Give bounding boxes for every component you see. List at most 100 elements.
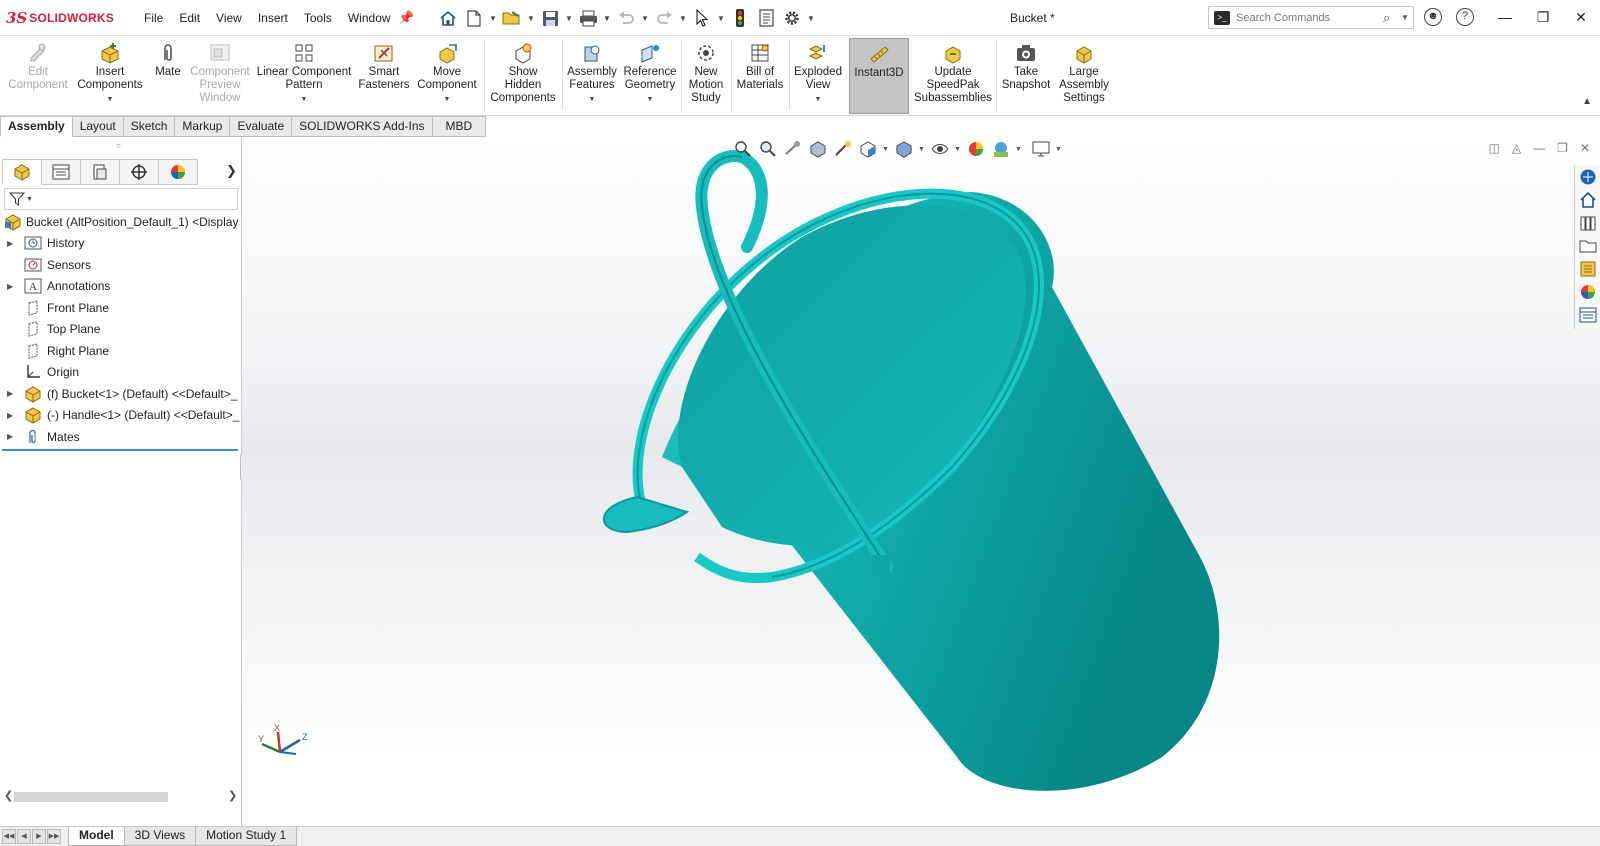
new-document-icon[interactable] bbox=[462, 7, 486, 29]
move-component-button[interactable]: Move Component ▼ bbox=[414, 38, 480, 114]
chevron-down-icon[interactable]: ▼ bbox=[564, 14, 574, 23]
zoom-to-fit-icon[interactable] bbox=[732, 139, 754, 159]
tab-model[interactable]: Model bbox=[68, 827, 125, 846]
graphics-area[interactable]: ▼ ▼ ▼ ▼ ▼ ◫ ◬ — ❐ ✕ Y X Z bbox=[242, 137, 1600, 827]
chevron-left-icon[interactable]: ❮ bbox=[4, 789, 13, 802]
first-tab-icon[interactable]: ◀◀ bbox=[2, 829, 16, 844]
expand-arrow-icon[interactable]: ▶ bbox=[7, 282, 17, 291]
chevron-down-icon[interactable]: ▼ bbox=[716, 14, 726, 23]
tree-item-sensors[interactable]: Sensors bbox=[0, 254, 241, 276]
previous-view-icon[interactable] bbox=[782, 139, 804, 159]
print-icon[interactable] bbox=[576, 7, 600, 29]
property-manager-tab-icon[interactable] bbox=[41, 159, 81, 185]
chevron-down-icon[interactable]: ▼ bbox=[1401, 13, 1413, 22]
help-icon[interactable]: ? bbox=[1456, 8, 1474, 26]
chevron-down-icon[interactable]: ▼ bbox=[640, 14, 650, 23]
menu-window[interactable]: Window bbox=[340, 11, 399, 25]
tab-mbd[interactable]: MBD bbox=[432, 116, 487, 137]
chevron-down-icon[interactable]: ▼ bbox=[1015, 146, 1023, 153]
search-icon[interactable]: ⌕ bbox=[1383, 10, 1401, 26]
show-hidden-components-button[interactable]: Show Hidden Components bbox=[487, 38, 559, 114]
dynamic-annotation-icon[interactable] bbox=[832, 139, 854, 159]
bill-of-materials-button[interactable]: Bill of Materials bbox=[733, 38, 787, 114]
appearances-icon[interactable] bbox=[1577, 282, 1598, 302]
chevron-down-icon[interactable]: ▼ bbox=[444, 93, 451, 106]
edit-component-button[interactable]: Edit Component bbox=[4, 38, 72, 114]
tile-right-icon[interactable]: ◬ bbox=[1512, 141, 1521, 155]
instant3d-button[interactable]: Instant3D bbox=[849, 38, 909, 114]
display-style-icon[interactable] bbox=[893, 139, 915, 159]
tree-root-assembly[interactable]: Bucket (AltPosition_Default_1) <Display … bbox=[0, 211, 241, 233]
expand-arrow-icon[interactable]: ▶ bbox=[7, 411, 17, 420]
chevron-right-icon[interactable]: ❯ bbox=[228, 789, 237, 802]
menu-view[interactable]: View bbox=[208, 11, 250, 25]
edit-appearance-icon[interactable] bbox=[965, 139, 987, 159]
chevron-down-icon[interactable]: ▼ bbox=[602, 14, 612, 23]
search-commands-box[interactable]: >_ ⌕ ▼ bbox=[1208, 6, 1414, 29]
tree-filter-box[interactable]: ▼ bbox=[4, 188, 238, 210]
tree-item-bucket-part[interactable]: ▶ (f) Bucket<1> (Default) <<Default>_ bbox=[0, 383, 241, 405]
search-input[interactable] bbox=[1236, 11, 1383, 24]
menu-insert[interactable]: Insert bbox=[250, 11, 296, 25]
tab-motion-study-1[interactable]: Motion Study 1 bbox=[195, 827, 298, 846]
tab-sketch[interactable]: Sketch bbox=[123, 116, 176, 137]
feature-manager-tab-icon[interactable] bbox=[2, 159, 42, 185]
mate-button[interactable]: Mate bbox=[148, 38, 188, 114]
tree-item-history[interactable]: ▶ History bbox=[0, 233, 241, 255]
hide-show-items-icon[interactable] bbox=[929, 139, 951, 159]
smart-fasteners-button[interactable]: Smart Fasteners bbox=[356, 38, 412, 114]
minimize-icon[interactable]: — bbox=[1486, 0, 1524, 34]
exploded-view-button[interactable]: Exploded View ▼ bbox=[791, 38, 845, 114]
select-cursor-icon[interactable] bbox=[690, 7, 714, 29]
chevron-down-icon[interactable]: ▼ bbox=[647, 93, 654, 106]
tab-assembly[interactable]: Assembly bbox=[0, 116, 73, 137]
tree-item-top-plane[interactable]: Top Plane bbox=[0, 319, 241, 341]
next-tab-icon[interactable]: ▶ bbox=[32, 829, 46, 844]
custom-properties-icon[interactable] bbox=[1577, 305, 1598, 325]
new-motion-study-button[interactable]: New Motion Study bbox=[683, 38, 729, 114]
rollback-bar[interactable] bbox=[2, 449, 238, 451]
menu-file[interactable]: File bbox=[136, 11, 171, 25]
undo-icon[interactable] bbox=[614, 7, 638, 29]
chevron-down-icon[interactable]: ▼ bbox=[1055, 146, 1063, 153]
chevron-down-icon[interactable]: ▼ bbox=[301, 93, 308, 106]
panel-grip-icon[interactable]: ○ bbox=[116, 141, 121, 150]
tree-item-handle-part[interactable]: ▶ (-) Handle<1> (Default) <<Default>_ bbox=[0, 405, 241, 427]
zoom-to-area-icon[interactable] bbox=[757, 139, 779, 159]
chevron-down-icon[interactable]: ▼ bbox=[526, 14, 536, 23]
chevron-down-icon[interactable]: ▼ bbox=[26, 196, 33, 203]
insert-components-button[interactable]: Insert Components ▼ bbox=[74, 38, 146, 114]
configuration-manager-tab-icon[interactable] bbox=[80, 159, 120, 185]
update-speedpak-button[interactable]: Update SpeedPak Subassemblies bbox=[912, 38, 994, 114]
chevron-down-icon[interactable]: ▼ bbox=[815, 93, 822, 106]
tile-left-icon[interactable]: ◫ bbox=[1489, 141, 1500, 155]
dimxpert-manager-tab-icon[interactable] bbox=[119, 159, 159, 185]
display-manager-tab-icon[interactable] bbox=[158, 159, 198, 185]
collapse-ribbon-icon[interactable]: ▲ bbox=[1582, 96, 1592, 107]
tab-solidworks-add-ins[interactable]: SOLIDWORKS Add-Ins bbox=[292, 116, 433, 137]
tree-item-annotations[interactable]: ▶ A Annotations bbox=[0, 276, 241, 298]
solidworks-logo[interactable]: 3S SOLIDWORKS bbox=[6, 9, 114, 27]
menu-edit[interactable]: Edit bbox=[171, 11, 208, 25]
rebuild-traffic-light-icon[interactable] bbox=[728, 7, 752, 29]
section-view-icon[interactable] bbox=[807, 139, 829, 159]
component-preview-button[interactable]: Component Preview Window bbox=[188, 38, 252, 114]
design-library-icon[interactable] bbox=[1577, 213, 1598, 233]
scrollbar-thumb[interactable] bbox=[14, 792, 168, 802]
linear-component-pattern-button[interactable]: Linear Component Pattern ▼ bbox=[254, 38, 354, 114]
viewport-restore-icon[interactable]: ❐ bbox=[1557, 141, 1568, 155]
apply-scene-icon[interactable] bbox=[990, 139, 1012, 159]
options-gear-icon[interactable] bbox=[780, 7, 804, 29]
view-palette-icon[interactable] bbox=[1577, 259, 1598, 279]
save-icon[interactable] bbox=[538, 7, 562, 29]
expand-arrow-icon[interactable]: ▶ bbox=[7, 432, 17, 441]
chevron-right-icon[interactable]: ❯ bbox=[226, 163, 237, 179]
file-properties-icon[interactable] bbox=[754, 7, 778, 29]
tab-markup[interactable]: Markup bbox=[175, 116, 231, 137]
view-settings-icon[interactable] bbox=[1030, 139, 1052, 159]
solidworks-resources-icon[interactable] bbox=[1577, 167, 1598, 187]
pin-menu-icon[interactable]: 📌 bbox=[398, 10, 414, 26]
chevron-down-icon[interactable]: ▼ bbox=[678, 14, 688, 23]
chevron-down-icon[interactable]: ▼ bbox=[954, 146, 962, 153]
reference-geometry-button[interactable]: Reference Geometry ▼ bbox=[621, 38, 679, 114]
